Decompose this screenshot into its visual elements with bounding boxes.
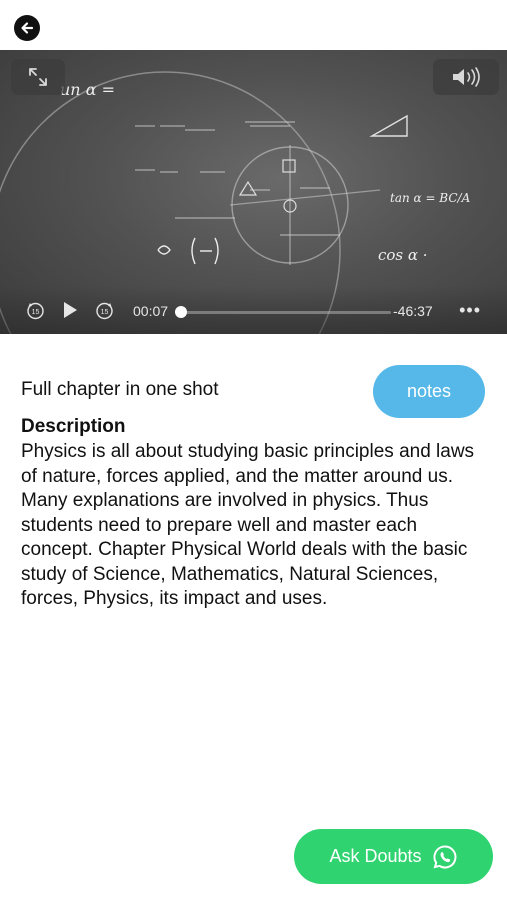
forward-15-icon: 15 [96, 302, 113, 320]
ask-doubts-button[interactable]: Ask Doubts [294, 829, 493, 884]
video-controls: 15 15 00:07 -46:37 ••• [0, 286, 507, 334]
board-text-3: cos α · [378, 246, 428, 264]
description-heading: Description [21, 416, 126, 437]
notes-button[interactable]: notes [373, 365, 485, 418]
video-player[interactable]: un α = tan α = BC/A cos α · 15 15 00:07 … [0, 50, 507, 334]
rewind-15-icon: 15 [27, 302, 44, 320]
remaining-time: -46:37 [393, 303, 433, 319]
board-text-1: un α = [60, 80, 115, 99]
whatsapp-icon [433, 844, 456, 868]
rewind-label: 15 [32, 309, 40, 316]
chapter-title: Full chapter in one shot [21, 379, 219, 400]
forward-label: 15 [101, 309, 109, 316]
progress-track[interactable] [181, 311, 391, 314]
more-dots-icon[interactable]: ••• [459, 300, 481, 321]
play-button[interactable] [62, 301, 78, 324]
forward-15-button[interactable]: 15 [95, 301, 114, 325]
board-text-2: tan α = BC/A [390, 191, 471, 205]
expand-arrows-icon [29, 68, 47, 86]
volume-button[interactable] [433, 59, 499, 95]
play-icon [64, 302, 77, 318]
fullscreen-button[interactable] [11, 59, 65, 95]
progress-scrubber[interactable] [175, 306, 187, 318]
elapsed-time: 00:07 [133, 303, 169, 319]
rewind-15-button[interactable]: 15 [26, 301, 45, 325]
ask-doubts-label: Ask Doubts [329, 846, 422, 866]
back-button[interactable] [14, 15, 40, 41]
arrow-left-icon [21, 22, 34, 34]
speaker-volume-icon [453, 67, 480, 87]
description-text: Physics is all about studying basic prin… [21, 441, 475, 609]
